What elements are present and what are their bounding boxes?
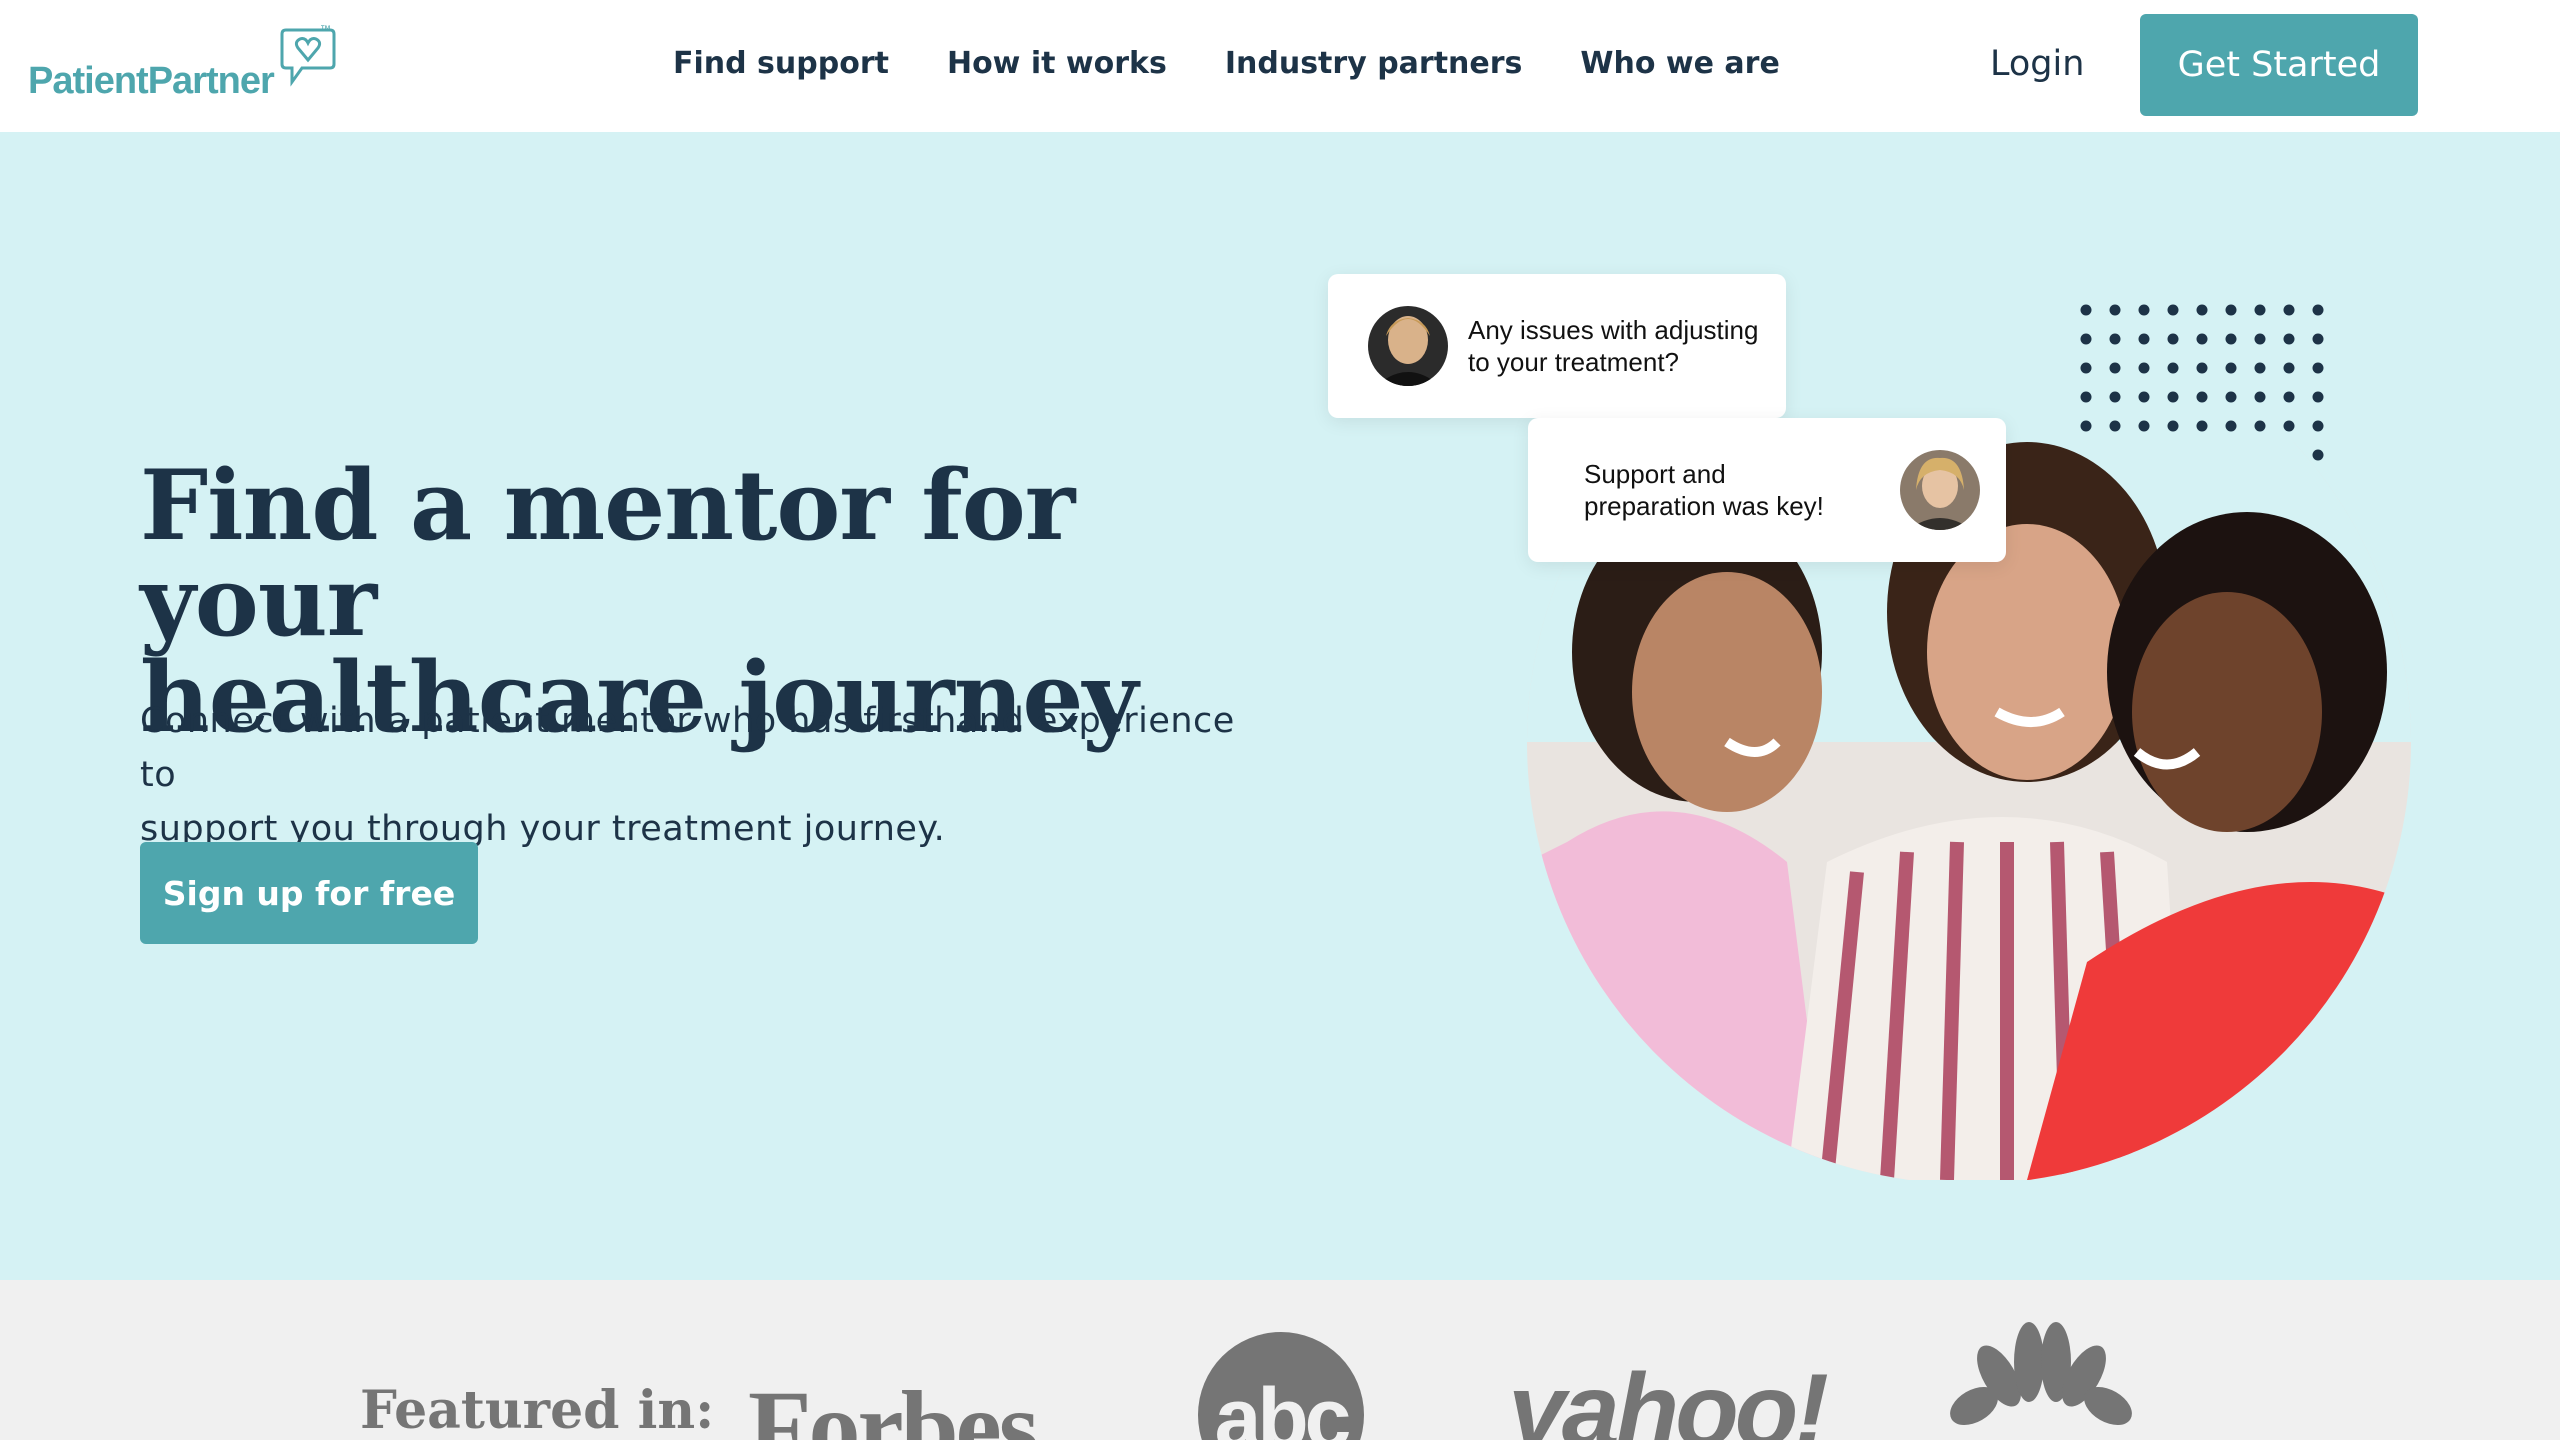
decorative-dot (2254, 362, 2266, 374)
decorative-dot (2109, 362, 2121, 374)
decorative-dot (2109, 304, 2121, 316)
decorative-dot (2312, 304, 2324, 316)
decorative-dot (2109, 391, 2121, 403)
sign-up-free-button[interactable]: Sign up for free (140, 842, 478, 944)
decorative-dot (2138, 362, 2150, 374)
decorative-dot (2138, 391, 2150, 403)
chat-bubble-question-line-1: Any issues with adjusting (1468, 315, 1759, 345)
hero-title-line-1: Find a mentor for your (140, 449, 1075, 658)
login-link[interactable]: Login (1990, 40, 2084, 88)
decorative-dot (2312, 391, 2324, 403)
decorative-dot (2167, 391, 2179, 403)
logo-wordmark: PatientPartner (28, 60, 275, 102)
nav-find-support[interactable]: Find support (673, 42, 889, 86)
decorative-dot (2109, 333, 2121, 345)
yahoo-logo: yahoo! (1508, 1353, 1829, 1440)
trademark-symbol: ™ (320, 24, 331, 36)
nav-who-we-are[interactable]: Who we are (1580, 42, 1779, 86)
decorative-dot (2312, 420, 2324, 432)
decorative-dot (2196, 333, 2208, 345)
hero-subtitle-line-1: Connect with a patient mentor who has fi… (140, 701, 1235, 795)
decorative-dot (2225, 333, 2237, 345)
decorative-dot (2196, 304, 2208, 316)
chat-bubble-reply-line-2: preparation was key! (1584, 491, 1824, 521)
decorative-dot (2254, 333, 2266, 345)
site-header: PatientPartner ™ Find support How it wor… (0, 0, 2560, 132)
decorative-dot (2080, 420, 2092, 432)
decorative-dot (2283, 362, 2295, 374)
abc-logo: abc (1198, 1332, 1364, 1440)
decorative-dot (2196, 391, 2208, 403)
decorative-dot (2225, 304, 2237, 316)
chat-bubble-reply-text: Support and preparation was key! (1584, 458, 1844, 522)
chat-bubble-question: Any issues with adjusting to your treatm… (1328, 274, 1786, 418)
decorative-dot (2080, 362, 2092, 374)
hero-section: Find a mentor for your healthcare journe… (0, 132, 2560, 1280)
featured-in-band: Featured in: Forbes abc yahoo! (0, 1280, 2560, 1440)
chat-bubble-question-line-2: to your treatment? (1468, 347, 1679, 377)
decorative-dot (2283, 420, 2295, 432)
decorative-dot (2080, 333, 2092, 345)
chat-bubble-question-text: Any issues with adjusting to your treatm… (1468, 314, 1768, 378)
decorative-dot (2080, 304, 2092, 316)
patient-avatar (1900, 450, 1980, 530)
decorative-dot (2167, 333, 2179, 345)
decorative-dot (2283, 391, 2295, 403)
nbc-peacock-logo (1950, 1322, 2132, 1425)
chat-bubble-reply: Support and preparation was key! (1528, 418, 2006, 562)
decorative-dot (2254, 304, 2266, 316)
decorative-dot (2225, 391, 2237, 403)
decorative-dot (2283, 333, 2295, 345)
decorative-dot (2283, 304, 2295, 316)
decorative-dot (2254, 420, 2266, 432)
decorative-dot (2225, 362, 2237, 374)
decorative-dot (2312, 362, 2324, 374)
forbes-logo: Forbes (748, 1370, 1039, 1440)
decorative-dot (2138, 333, 2150, 345)
decorative-dot (2167, 420, 2179, 432)
decorative-dot (2312, 333, 2324, 345)
decorative-dot (2167, 362, 2179, 374)
decorative-dot (2138, 420, 2150, 432)
chat-bubble-reply-line-1: Support and (1584, 459, 1726, 489)
decorative-dot (2109, 420, 2121, 432)
mentor-avatar (1368, 306, 1448, 386)
decorative-dot (2196, 362, 2208, 374)
decorative-dot (2167, 304, 2179, 316)
hero-subtitle: Connect with a patient mentor who has fi… (140, 694, 1280, 856)
abc-logo-text: abc (1214, 1371, 1352, 1440)
dot-grid-decoration (2080, 304, 2324, 461)
decorative-dot (2254, 391, 2266, 403)
decorative-dot (2138, 304, 2150, 316)
patientpartner-logo[interactable]: PatientPartner ™ (28, 24, 348, 106)
featured-in-label: Featured in: (360, 1380, 715, 1440)
main-navigation: Find support How it works Industry partn… (673, 42, 1780, 86)
decorative-dot (2225, 420, 2237, 432)
get-started-button[interactable]: Get Started (2140, 14, 2418, 116)
nav-industry-partners[interactable]: Industry partners (1225, 42, 1523, 86)
decorative-dot (2196, 420, 2208, 432)
decorative-dot (2080, 391, 2092, 403)
nav-how-it-works[interactable]: How it works (947, 42, 1167, 86)
